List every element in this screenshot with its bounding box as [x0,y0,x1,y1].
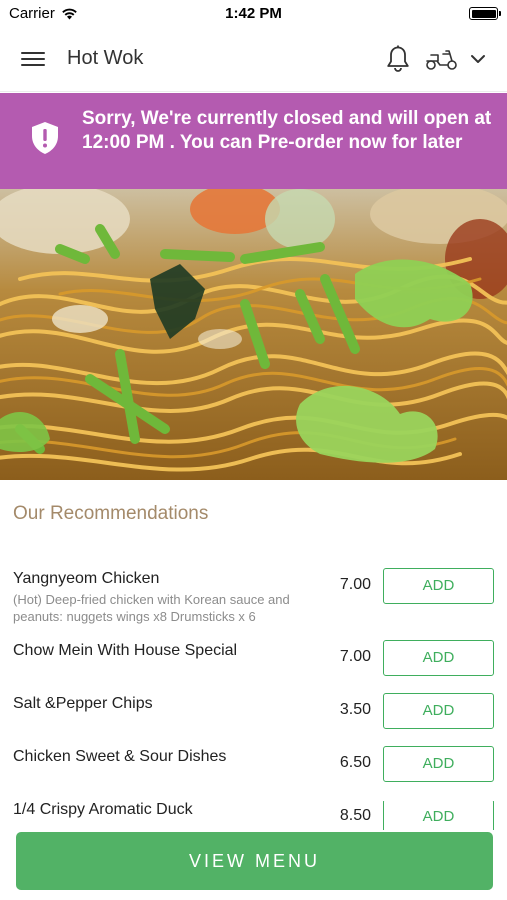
chevron-down-icon[interactable] [468,50,488,68]
closed-banner: Sorry, We're currently closed and will o… [0,93,507,189]
view-menu-button[interactable]: VIEW MENU [16,832,493,890]
battery-icon [469,7,501,20]
list-item: Chicken Sweet & Sour Dishes 6.50 ADD [0,746,507,788]
item-price: 7.00 [339,576,371,593]
add-button[interactable]: ADD [383,746,494,782]
item-name: 1/4 Crispy Aromatic Duck [13,801,193,818]
list-item: Salt &Pepper Chips 3.50 ADD [0,693,507,735]
item-name: Salt &Pepper Chips [13,695,153,712]
bell-icon[interactable] [384,44,412,74]
nav-bar: Hot Wok [0,28,507,92]
item-price: 3.50 [339,701,371,718]
scooter-icon[interactable] [424,46,460,72]
battery-level [471,9,496,18]
item-price: 6.50 [339,754,371,771]
add-button[interactable]: ADD [383,693,494,729]
add-button[interactable]: ADD [383,640,494,676]
hero-food-image [0,189,507,480]
list-item: Yangnyeom Chicken (Hot) Deep-fried chick… [0,568,507,632]
item-price: 8.50 [339,807,371,824]
restaurant-title: Hot Wok [67,47,144,69]
status-time: 1:42 PM [225,5,282,22]
item-description: (Hot) Deep-fried chicken with Korean sau… [13,592,290,624]
item-name: Chow Mein With House Special [13,642,238,659]
list-item: 1/4 Crispy Aromatic Duck 8.50 ADD [0,801,507,830]
item-name: Yangnyeom Chicken [13,570,160,587]
item-price: 7.00 [339,648,371,665]
shield-alert-icon [32,122,58,154]
hamburger-menu-icon[interactable] [20,48,46,72]
recommendations-title: Our Recommendations [13,503,209,524]
list-item: Chow Mein With House Special 7.00 ADD [0,640,507,682]
status-bar: Carrier 1:42 PM [0,0,507,28]
item-name: Chicken Sweet & Sour Dishes [13,748,227,765]
closed-message: Sorry, We're currently closed and will o… [82,108,492,153]
add-button[interactable]: ADD [383,801,494,830]
add-button[interactable]: ADD [383,568,494,604]
